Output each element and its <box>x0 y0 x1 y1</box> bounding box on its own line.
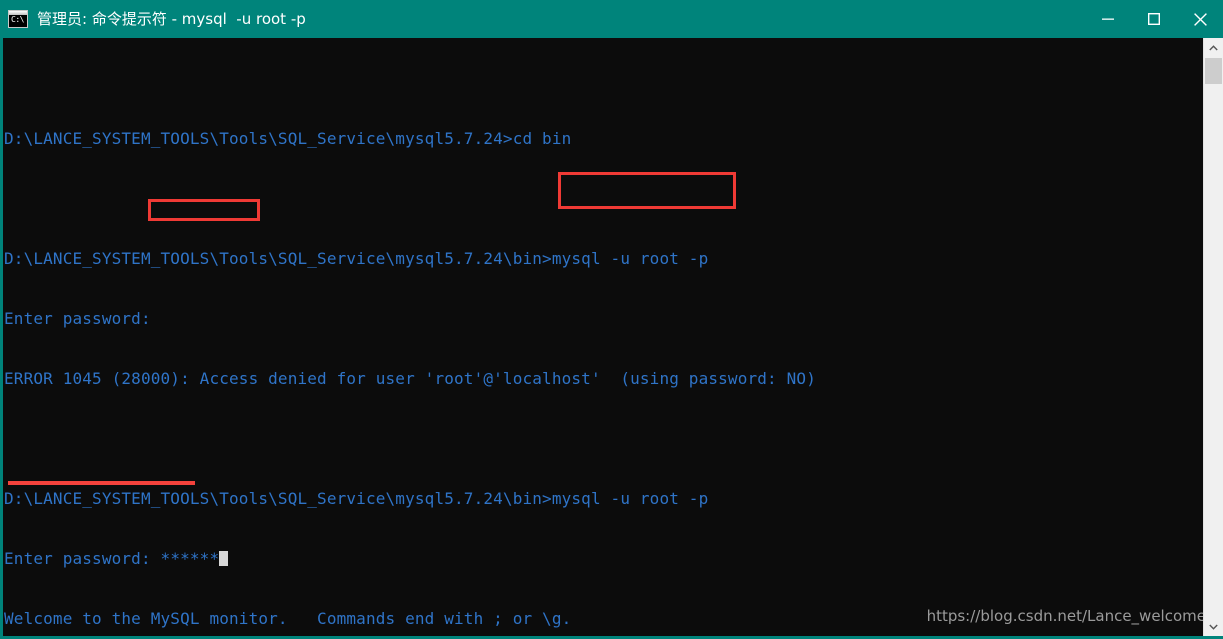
password-masked-value: ****** <box>160 549 220 568</box>
console-line: D:\LANCE_SYSTEM_TOOLS\Tools\SQL_Service\… <box>4 129 572 148</box>
cmd-console-icon: C:\ <box>8 10 28 28</box>
vertical-scrollbar[interactable] <box>1203 38 1223 636</box>
chevron-down-icon <box>1209 624 1218 630</box>
console-line: Enter password: <box>4 309 151 328</box>
window-controls <box>1085 0 1223 38</box>
scroll-down-arrow[interactable] <box>1204 617 1223 636</box>
window-title: 管理员: 命令提示符 - mysql -u root -p <box>37 10 306 28</box>
underline-mysql-prompt <box>8 481 195 485</box>
text-cursor <box>219 551 229 566</box>
command-prompt-window: C:\ 管理员: 命令提示符 - mysql -u root -p D:\LAN… <box>0 0 1223 639</box>
console-output-area[interactable]: D:\LANCE_SYSTEM_TOOLS\Tools\SQL_Service\… <box>3 38 1220 636</box>
close-button[interactable] <box>1177 0 1223 38</box>
watermark-url: https://blog.csdn.net/Lance_welcome <box>926 607 1206 625</box>
minimize-icon <box>1102 18 1114 20</box>
console-line: ERROR 1045 (28000): Access denied for us… <box>4 369 816 388</box>
console-text: D:\LANCE_SYSTEM_TOOLS\Tools\SQL_Service\… <box>3 38 1203 636</box>
scroll-thumb[interactable] <box>1205 58 1222 84</box>
cmd-icon-glyph: C:\ <box>11 15 24 24</box>
console-line: D:\LANCE_SYSTEM_TOOLS\Tools\SQL_Service\… <box>4 249 709 268</box>
scroll-up-arrow[interactable] <box>1204 38 1223 57</box>
title-bar[interactable]: C:\ 管理员: 命令提示符 - mysql -u root -p <box>0 0 1223 38</box>
title-bar-left: C:\ 管理员: 命令提示符 - mysql -u root -p <box>0 0 306 38</box>
minimize-button[interactable] <box>1085 0 1131 38</box>
maximize-button[interactable] <box>1131 0 1177 38</box>
maximize-icon <box>1148 13 1160 25</box>
console-line-password-entry: Enter password: ****** <box>4 549 1203 569</box>
chevron-up-icon <box>1209 44 1218 50</box>
password-prompt-label: Enter password: <box>4 549 161 568</box>
console-line-mysql-command: D:\LANCE_SYSTEM_TOOLS\Tools\SQL_Service\… <box>4 489 709 508</box>
close-icon <box>1193 12 1207 26</box>
